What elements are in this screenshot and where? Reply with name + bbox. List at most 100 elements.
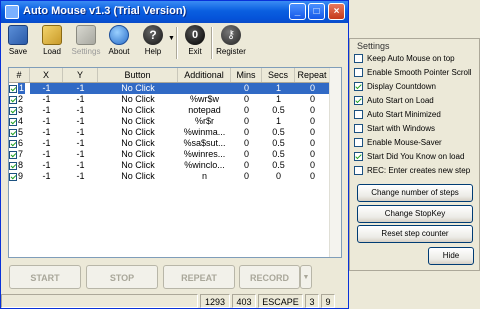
table-row[interactable]: 5 -1 -1 No Click %winma... 0 0.5 0 (9, 127, 341, 138)
settings-option[interactable]: Start with Windows (354, 123, 479, 135)
change-stopkey-button[interactable]: Change StopKey (357, 205, 473, 223)
column-header[interactable]: Button (98, 68, 178, 82)
cell-y: -1 (63, 83, 98, 94)
settings-title: Settings (357, 41, 390, 51)
option-label: Enable Smooth Pointer Scroll (367, 68, 472, 77)
column-header[interactable]: # (9, 68, 30, 82)
reset-counter-button[interactable]: Reset step counter (357, 225, 473, 243)
cell-additional: n (201, 171, 207, 181)
option-label: Start Did You Know on load (367, 152, 465, 161)
row-enabled-checkbox[interactable] (9, 95, 17, 104)
cell-y: -1 (76, 94, 85, 104)
load-button[interactable]: Load (41, 25, 63, 56)
hide-button[interactable]: Hide (428, 247, 474, 265)
option-checkbox[interactable] (354, 54, 363, 63)
record-dropdown-button[interactable]: ▼ (300, 265, 312, 289)
column-header[interactable]: Mins (231, 68, 262, 82)
option-checkbox[interactable] (354, 124, 363, 133)
cell-y: -1 (76, 171, 85, 181)
row-number-cell: 7 (9, 149, 30, 160)
cell-secs: 0.5 (272, 149, 285, 159)
row-number-cell: 3 (9, 105, 30, 116)
toolbar: Save Load Settings About ? Help ▼ 0 Exit… (3, 23, 347, 63)
option-checkbox[interactable] (354, 96, 363, 105)
minimize-button[interactable]: _ (289, 3, 306, 20)
settings-option[interactable]: Auto Start Minimized (354, 109, 479, 121)
column-header[interactable]: Y (63, 68, 98, 82)
row-enabled-checkbox[interactable] (9, 161, 17, 170)
cell-additional (178, 83, 231, 94)
table-row[interactable]: 6 -1 -1 No Click %sa$sut... 0 0.5 0 (9, 138, 341, 149)
row-number: 2 (18, 94, 24, 105)
table-row[interactable]: 4 -1 -1 No Click %r$r 0 1 0 (9, 116, 341, 127)
about-button[interactable]: About (107, 25, 131, 56)
cell-y: -1 (76, 105, 85, 115)
settings-option[interactable]: Enable Smooth Pointer Scroll (354, 67, 479, 79)
option-label: Start with Windows (367, 124, 436, 133)
cell-secs: 0.5 (272, 127, 285, 137)
table-row[interactable]: 3 -1 -1 No Click notepad 0 0.5 0 (9, 105, 341, 116)
settings-option[interactable]: Display Countdown (354, 81, 479, 93)
settings-option[interactable]: Enable Mouse-Saver (354, 137, 479, 149)
row-number: 8 (18, 160, 24, 171)
settings-option[interactable]: Auto Start on Load (354, 95, 479, 107)
row-enabled-checkbox[interactable] (9, 139, 17, 148)
cell-mins: 0 (243, 160, 249, 170)
status-bar: 1293 403 ESCAPE 3 9 (1, 293, 348, 309)
option-checkbox[interactable] (354, 152, 363, 161)
column-header[interactable]: Secs (262, 68, 295, 82)
option-checkbox[interactable] (354, 110, 363, 119)
cell-x: -1 (42, 138, 51, 148)
exit-button[interactable]: 0 Exit (184, 25, 206, 56)
row-number-cell: 8 (9, 160, 30, 171)
row-number-cell: 1 (9, 83, 30, 94)
cell-button: No Click (121, 94, 155, 104)
help-dropdown-icon[interactable]: ▼ (168, 35, 175, 42)
stop-button[interactable]: STOP (86, 265, 158, 289)
cell-x: -1 (42, 105, 51, 115)
row-enabled-checkbox[interactable] (9, 106, 17, 115)
cell-button: No Click (121, 171, 155, 181)
table-row[interactable]: 9 -1 -1 No Click n 0 0 0 (9, 171, 341, 182)
table-row[interactable]: 8 -1 -1 No Click %winclo... 0 0.5 0 (9, 160, 341, 171)
register-button[interactable]: ⚷ Register (215, 25, 247, 56)
record-button[interactable]: RECORD (239, 265, 300, 289)
row-enabled-checkbox[interactable] (9, 84, 17, 93)
settings-option[interactable]: Start Did You Know on load (354, 151, 479, 163)
table-row[interactable]: 1 -1 -1 No Click 0 1 0 (9, 83, 341, 94)
option-checkbox[interactable] (354, 138, 363, 147)
title-bar[interactable]: Auto Mouse v1.3 (Trial Version) _ □ × (1, 1, 348, 23)
save-button[interactable]: Save (7, 25, 29, 56)
grid-scrollbar[interactable] (329, 68, 341, 257)
column-header[interactable]: Additional (178, 68, 231, 82)
repeat-button[interactable]: REPEAT (163, 265, 235, 289)
cell-secs: 0.5 (272, 160, 285, 170)
settings-button[interactable]: Settings (71, 25, 101, 56)
cell-button: No Click (121, 127, 155, 137)
maximize-button[interactable]: □ (308, 3, 325, 20)
column-header[interactable]: X (30, 68, 63, 82)
steps-grid[interactable]: # X Y Button Additional Mins Secs Repeat… (8, 67, 342, 258)
cell-secs: 0.5 (272, 105, 285, 115)
cell-additional: notepad (188, 105, 221, 115)
option-checkbox[interactable] (354, 82, 363, 91)
table-row[interactable]: 2 -1 -1 No Click %wr$w 0 1 0 (9, 94, 341, 105)
change-steps-button[interactable]: Change number of steps (357, 184, 473, 202)
row-enabled-checkbox[interactable] (9, 117, 17, 126)
option-checkbox[interactable] (354, 68, 363, 77)
table-row[interactable]: 7 -1 -1 No Click %winres... 0 0.5 0 (9, 149, 341, 160)
cell-additional: %sa$sut... (183, 138, 226, 148)
help-button[interactable]: ? Help (142, 25, 164, 56)
row-enabled-checkbox[interactable] (9, 150, 17, 159)
cell-secs: 1 (262, 83, 295, 94)
row-enabled-checkbox[interactable] (9, 172, 17, 181)
close-button[interactable]: × (328, 3, 345, 20)
row-enabled-checkbox[interactable] (9, 128, 17, 137)
settings-option[interactable]: Keep Auto Mouse on top (354, 53, 479, 65)
start-button[interactable]: START (9, 265, 81, 289)
option-label: Auto Start Minimized (367, 110, 441, 119)
settings-option[interactable]: REC: Enter creates new step (354, 165, 479, 177)
column-header[interactable]: Repeat (295, 68, 330, 82)
option-checkbox[interactable] (354, 166, 363, 175)
cell-button: No Click (121, 160, 155, 170)
